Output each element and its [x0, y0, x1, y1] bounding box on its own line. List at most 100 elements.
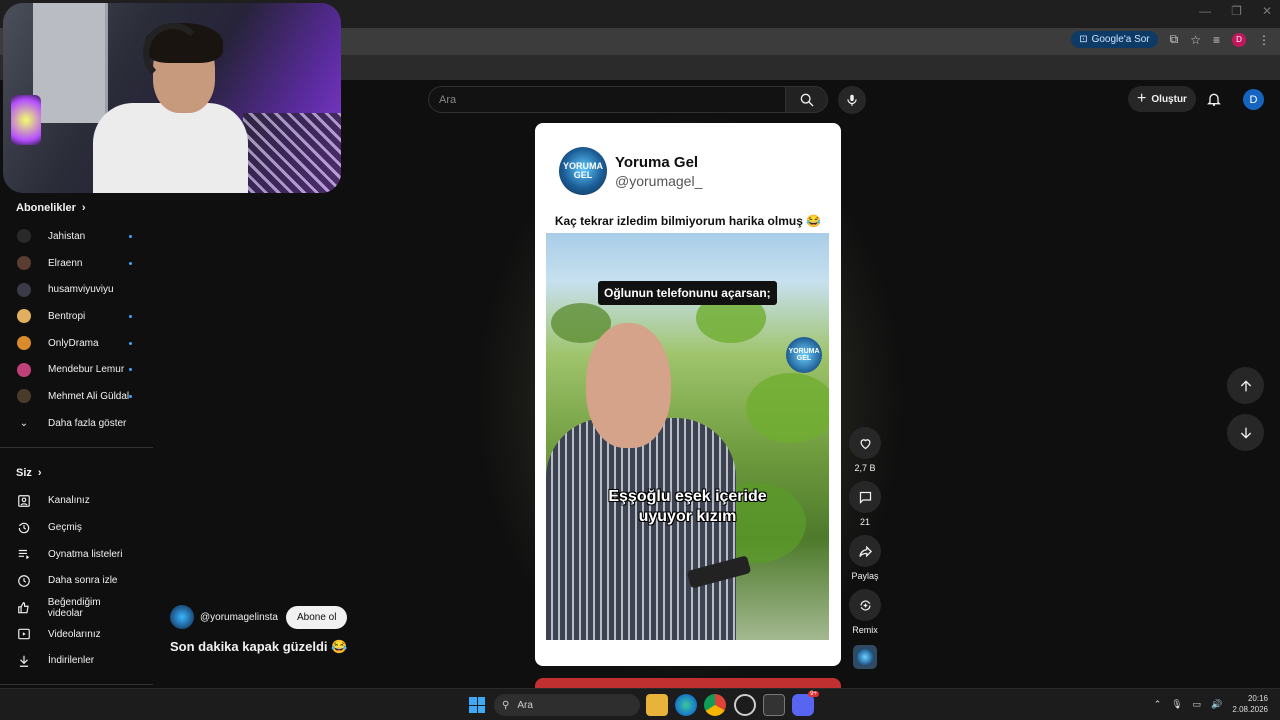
previous-short-button[interactable]	[1227, 367, 1264, 404]
taskbar-search[interactable]: ⚲ Ara	[494, 694, 640, 716]
channel-avatar-wrap	[16, 388, 32, 404]
channel-name: Bentropi	[48, 310, 86, 322]
remix-label: Remix	[852, 625, 878, 635]
channel-avatar[interactable]	[170, 605, 194, 629]
channel-avatar-wrap	[16, 282, 32, 298]
sidebar-item-clock[interactable]: Daha sonra izle	[0, 568, 153, 595]
terminal-icon[interactable]	[763, 694, 785, 716]
yoruma-gel-logo: YORUMA GEL	[559, 147, 607, 195]
share-label: Paylaş	[851, 571, 879, 581]
create-button[interactable]: + Oluştur	[1128, 86, 1196, 112]
chevron-up-icon[interactable]: ⌃	[1154, 699, 1162, 710]
clock-time: 20:16	[1247, 694, 1268, 703]
you-header[interactable]: Siz ›	[0, 458, 153, 488]
sidebar: Abonelikler › Jahistan Elraenn husamviyuvi…	[0, 193, 153, 688]
streamer-webcam-overlay	[3, 3, 341, 193]
search-input[interactable]: Ara	[428, 86, 786, 113]
google-ask-button[interactable]: ⊡ Google'a Sor	[1071, 31, 1158, 48]
channel-avatar-wrap	[16, 308, 32, 324]
plus-icon: +	[1137, 90, 1147, 107]
cast-icon[interactable]: ⧉	[1170, 32, 1179, 47]
microphone-icon[interactable]: 🎙	[1171, 699, 1182, 710]
sidebar-item-label: Geçmiş	[48, 522, 82, 534]
comments-button[interactable]	[849, 481, 881, 513]
remix-icon	[859, 599, 871, 611]
file-explorer-icon[interactable]	[646, 694, 668, 716]
short-title: Son dakika kapak güzeldi 😂	[170, 639, 348, 654]
settings-icon[interactable]	[734, 694, 756, 716]
discord-icon[interactable]: 9+	[792, 691, 819, 716]
channel-handle[interactable]: @yorumagelinsta	[200, 612, 278, 623]
search-icon	[800, 93, 813, 106]
sidebar-channel-item[interactable]: Bentropi	[0, 303, 153, 330]
channel-name: OnlyDrama	[48, 337, 99, 349]
subscriptions-header[interactable]: Abonelikler ›	[0, 193, 153, 223]
show-more-label: Daha fazla göster	[48, 417, 127, 429]
new-content-dot	[129, 341, 132, 345]
taskbar-search-label: Ara	[517, 699, 533, 711]
notifications-button[interactable]	[1204, 89, 1224, 109]
subscribe-button[interactable]: Abone ol	[285, 605, 348, 629]
download-icon	[16, 653, 32, 669]
share-button[interactable]	[849, 535, 881, 567]
channel-avatar	[17, 336, 31, 351]
channel-avatar	[17, 362, 31, 377]
minimize-icon[interactable]: —	[1199, 4, 1211, 18]
audio-source-thumbnail[interactable]	[853, 645, 877, 669]
sidebar-channel-item[interactable]: husamviyuviyu	[0, 276, 153, 303]
lens-icon: ⊡	[1079, 34, 1088, 45]
chevron-right-icon: ›	[37, 466, 42, 479]
channel-name: Jahistan	[48, 230, 86, 242]
sidebar-channel-item[interactable]: Elraenn	[0, 250, 153, 277]
playlists-icon	[16, 546, 32, 562]
sidebar-channel-item[interactable]: Mehmet Ali Güldal	[0, 383, 153, 410]
show-more-button[interactable]: ⌄ Daha fazla göster	[0, 410, 153, 437]
new-content-dot	[129, 394, 132, 398]
tweet-author-name: Yoruma Gel	[615, 153, 699, 171]
search-button[interactable]	[785, 86, 828, 113]
sidebar-channel-item[interactable]: OnlyDrama	[0, 330, 153, 357]
short-actions: 2,7 B 21 Paylaş Remix	[848, 427, 882, 669]
sidebar-item-your-videos[interactable]: Videolarınız	[0, 621, 153, 648]
account-avatar[interactable]: D	[1243, 89, 1264, 110]
sidebar-item-download[interactable]: İndirilenler	[0, 648, 153, 675]
tweet-text: Kaç tekrar izledim bilmiyorum harika olm…	[554, 214, 822, 228]
webcam-person-shirt	[93, 103, 248, 193]
short-video-player[interactable]: YORUMA GEL Yoruma Gel @yorumagel_ Kaç tek…	[535, 123, 841, 666]
channel-avatar	[17, 389, 31, 404]
close-icon[interactable]: ✕	[1262, 4, 1272, 18]
share-icon	[858, 545, 872, 557]
audio-logo	[857, 649, 873, 665]
sidebar-item-label: İndirilenler	[48, 655, 95, 667]
video-frame[interactable]: Oğlunun telefonunu açarsan; Eşşoğlu eşek…	[546, 233, 829, 640]
chrome-icon[interactable]	[704, 694, 726, 716]
channel-name: Mehmet Ali Güldal	[48, 390, 130, 402]
remix-button[interactable]	[849, 589, 881, 621]
comment-action: 21	[849, 481, 881, 527]
sidebar-item-history[interactable]: Geçmiş	[0, 514, 153, 541]
bookmark-star-icon[interactable]: ☆	[1190, 33, 1201, 47]
next-short-button[interactable]	[1227, 414, 1264, 451]
short-channel-row: @yorumagelinsta Abone ol	[170, 605, 348, 629]
browser-menu-icon[interactable]: ⋮	[1258, 33, 1270, 47]
edge-icon[interactable]	[675, 694, 697, 716]
volume-icon[interactable]: 🔊	[1211, 699, 1222, 710]
bell-icon	[1207, 93, 1221, 107]
subscriptions-list: Jahistan Elraenn husamviyuviyu Bentropi Only…	[0, 223, 153, 410]
sidebar-item-playlists[interactable]: Oynatma listeleri	[0, 541, 153, 568]
clock[interactable]: 20:16 2.08.2026	[1232, 693, 1268, 715]
sidebar-item-thumbs-up[interactable]: Beğendiğim videolar	[0, 594, 153, 621]
browser-profile-avatar[interactable]: D	[1232, 32, 1246, 47]
sidebar-item-account-box[interactable]: Kanalınız	[0, 488, 153, 515]
arrow-up-icon	[1240, 379, 1251, 391]
restore-icon[interactable]: ❐	[1231, 4, 1242, 18]
windows-start-icon[interactable]	[469, 697, 485, 713]
video-caption-line-1: Eşşoğlu eşek içeride	[608, 488, 767, 505]
reading-list-icon[interactable]: ≡	[1213, 33, 1220, 47]
sidebar-channel-item[interactable]: Jahistan	[0, 223, 153, 250]
display-icon[interactable]: ▭	[1193, 699, 1202, 710]
like-button[interactable]	[849, 427, 881, 459]
sidebar-channel-item[interactable]: Mendebur Lemur	[0, 356, 153, 383]
channel-name: husamviyuviyu	[48, 284, 114, 296]
google-ask-label: Google'a Sor	[1091, 34, 1150, 45]
